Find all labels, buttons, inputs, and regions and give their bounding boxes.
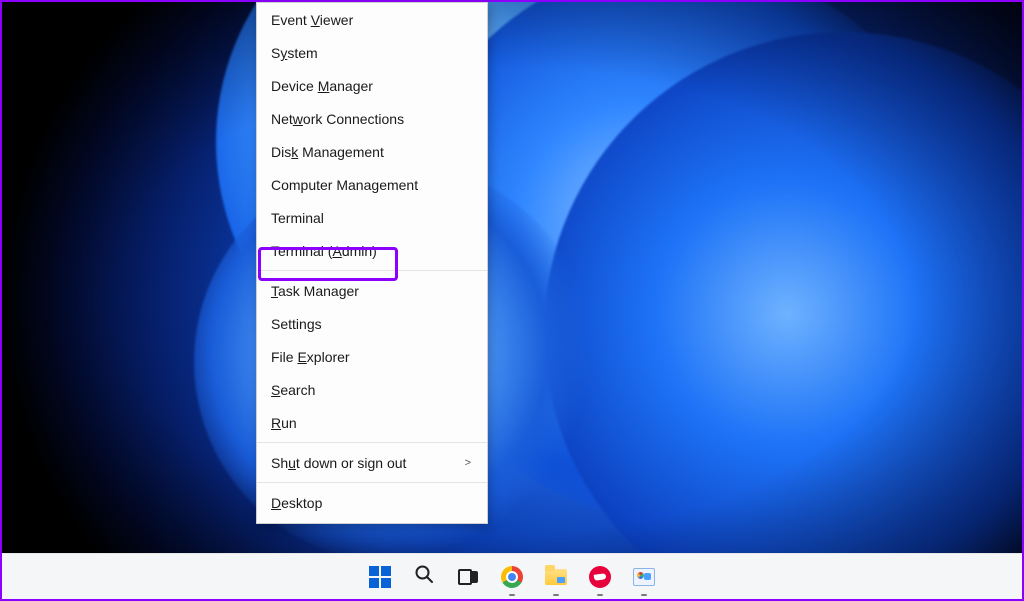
menu-item-label: System	[271, 45, 318, 61]
menu-item-label: Device Manager	[271, 78, 373, 94]
menu-item-label: Task Manager	[271, 283, 359, 299]
chrome-button[interactable]	[492, 557, 532, 597]
menu-item-system[interactable]: System	[257, 36, 487, 69]
menu-item-label: Shut down or sign out	[271, 455, 406, 471]
task-view-icon	[458, 569, 478, 585]
chevron-right-icon: >	[465, 457, 471, 469]
menu-item-disk-management[interactable]: Disk Management	[257, 135, 487, 168]
menu-item-desktop[interactable]: Desktop	[257, 486, 487, 519]
task-view-button[interactable]	[448, 557, 488, 597]
menu-item-label: Search	[271, 382, 315, 398]
app-lips-button[interactable]	[580, 557, 620, 597]
menu-item-terminal[interactable]: Terminal	[257, 201, 487, 234]
menu-item-label: File Explorer	[271, 349, 350, 365]
running-indicator	[641, 594, 647, 596]
menu-item-run[interactable]: Run	[257, 406, 487, 439]
menu-item-task-manager[interactable]: Task Manager	[257, 274, 487, 307]
menu-item-shut-down-or-sign-out[interactable]: Shut down or sign out >	[257, 446, 487, 479]
taskbar	[2, 553, 1022, 599]
menu-item-label: Desktop	[271, 495, 322, 511]
menu-item-terminal-admin[interactable]: Terminal (Admin)	[257, 234, 487, 267]
running-indicator	[553, 594, 559, 596]
running-indicator	[597, 594, 603, 596]
menu-item-network-connections[interactable]: Network Connections	[257, 102, 487, 135]
menu-separator	[257, 270, 487, 271]
menu-separator	[257, 442, 487, 443]
winx-context-menu: Event Viewer System Device Manager Network …	[256, 2, 488, 524]
menu-item-label: Terminal	[271, 210, 324, 226]
menu-item-label: Run	[271, 415, 297, 431]
menu-item-event-viewer[interactable]: Event Viewer	[257, 3, 487, 36]
menu-item-label: Event Viewer	[271, 12, 353, 28]
start-button[interactable]	[360, 557, 400, 597]
chrome-icon	[501, 566, 523, 588]
search-button[interactable]	[404, 557, 444, 597]
menu-separator	[257, 482, 487, 483]
control-panel-icon	[633, 568, 655, 586]
search-icon	[414, 564, 434, 589]
menu-item-settings[interactable]: Settings	[257, 307, 487, 340]
desktop-wallpaper[interactable]	[2, 2, 1022, 599]
menu-item-label: Computer Management	[271, 177, 418, 193]
menu-item-label: Settings	[271, 316, 322, 332]
menu-item-computer-management[interactable]: Computer Management	[257, 168, 487, 201]
menu-item-file-explorer[interactable]: File Explorer	[257, 340, 487, 373]
windows-logo-icon	[369, 566, 391, 588]
running-indicator	[509, 594, 515, 596]
file-explorer-button[interactable]	[536, 557, 576, 597]
menu-item-device-manager[interactable]: Device Manager	[257, 69, 487, 102]
menu-item-label: Disk Management	[271, 144, 384, 160]
menu-item-label: Network Connections	[271, 111, 404, 127]
menu-item-search[interactable]: Search	[257, 373, 487, 406]
file-explorer-icon	[545, 569, 567, 585]
lips-icon	[589, 566, 611, 588]
menu-item-label: Terminal (Admin)	[271, 243, 377, 259]
control-panel-button[interactable]	[624, 557, 664, 597]
